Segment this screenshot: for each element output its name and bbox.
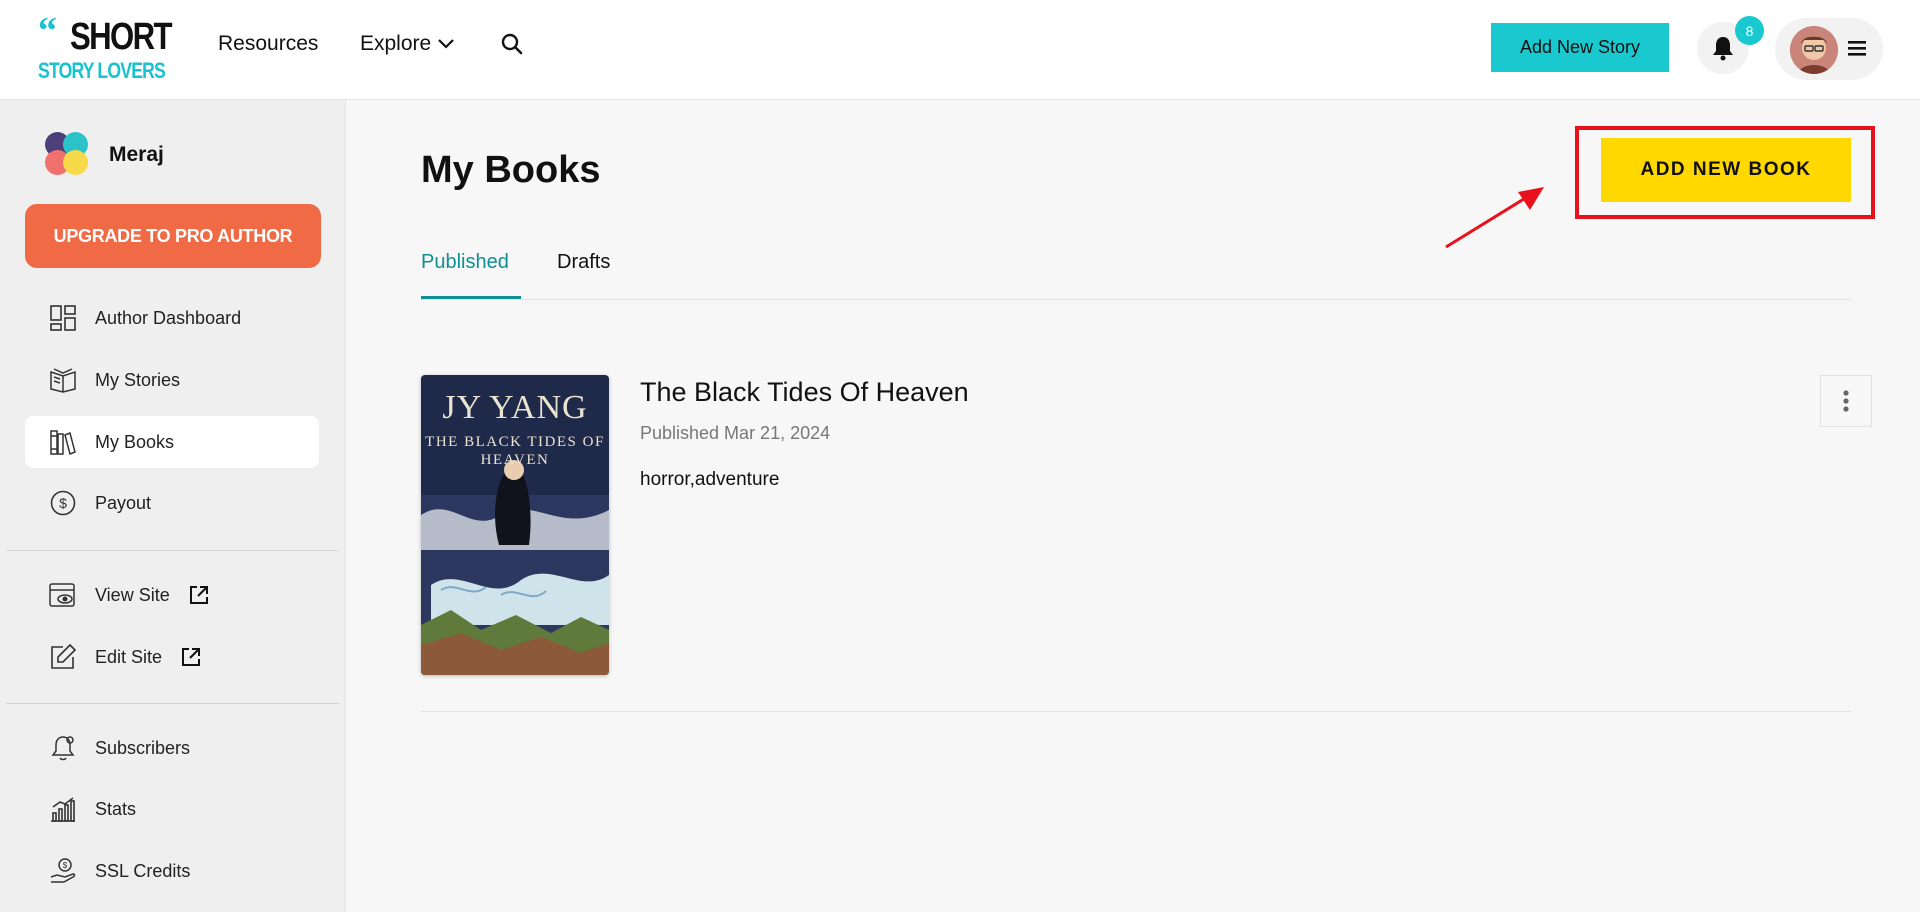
chevron-down-icon [438, 39, 454, 49]
search-icon[interactable] [500, 32, 524, 56]
sidebar-item-payout[interactable]: $ Payout [25, 477, 319, 529]
stats-chart-icon [49, 795, 77, 823]
book-options-button[interactable] [1820, 375, 1872, 427]
sidebar-item-author-dashboard[interactable]: Author Dashboard [25, 292, 319, 344]
sidebar-item-label: SSL Credits [95, 860, 191, 881]
tab-published[interactable]: Published [421, 248, 521, 299]
svg-text:$: $ [63, 861, 68, 870]
sidebar-item-label: My Books [95, 431, 175, 452]
logo-text-short: SHORT [70, 16, 173, 58]
annotation-arrow-icon [1445, 187, 1544, 249]
sidebar-item-label: View Site [95, 584, 170, 605]
site-logo[interactable]: “ SHORT STORY LOVERS [36, 10, 173, 84]
sidebar-divider [6, 703, 339, 704]
sidebar-item-label: Subscribers [95, 737, 191, 758]
book-title[interactable]: The Black Tides Of Heaven [640, 375, 969, 409]
open-book-icon [49, 366, 77, 394]
book-status-tabs: Published Drafts [421, 248, 1851, 300]
sidebar-item-my-books[interactable]: My Books [25, 416, 319, 468]
bell-icon [1713, 37, 1733, 61]
book-list-item: JY YANG THE BLACK TIDES OF HEAVEN The Bl… [421, 375, 1872, 712]
sidebar-item-edit-site[interactable]: Edit Site [25, 631, 319, 683]
external-link-icon [189, 586, 208, 604]
sidebar-item-view-site[interactable]: View Site [25, 569, 319, 621]
notification-count-badge: 8 [1735, 16, 1764, 45]
add-new-story-button[interactable]: Add New Story [1491, 23, 1669, 72]
avatar [1790, 26, 1838, 74]
cover-title-text: THE BLACK TIDES OF HEAVEN [425, 434, 605, 468]
sidebar-item-label: Stats [95, 798, 137, 819]
nav-explore[interactable]: Explore [360, 30, 455, 58]
author-logo-icon [43, 130, 93, 180]
hamburger-menu-icon [1848, 41, 1866, 56]
annotation-highlight-box [1575, 126, 1875, 219]
sidebar-item-my-stories[interactable]: My Stories [25, 354, 319, 406]
book-tags: horror,adventure [640, 469, 780, 490]
logo-text-story-lovers: STORY LOVERS [38, 58, 166, 83]
page-title: My Books [421, 149, 601, 191]
dollar-circle-icon: $ [49, 489, 77, 517]
books-icon [49, 428, 77, 456]
subscribers-bell-icon [49, 734, 77, 762]
dashboard-icon [49, 304, 77, 332]
external-link-icon [182, 648, 201, 666]
nav-resources[interactable]: Resources [218, 30, 318, 58]
author-profile[interactable]: Meraj [43, 130, 343, 180]
sidebar-item-subscribers[interactable]: Subscribers [25, 722, 319, 774]
author-name: Meraj [109, 143, 164, 166]
ssl-hand-icon: $ [49, 857, 77, 885]
sidebar-item-label: Author Dashboard [95, 307, 242, 328]
sidebar-item-label: My Stories [95, 369, 181, 390]
top-header: “ SHORT STORY LOVERS Resources Explore A… [0, 0, 1920, 100]
view-site-icon [49, 581, 77, 609]
cover-author-text: JY YANG [442, 389, 588, 426]
logo-quote-mark: “ [38, 10, 57, 52]
edit-icon [49, 643, 77, 671]
book-published-date: Published Mar 21, 2024 [640, 423, 831, 443]
tab-drafts[interactable]: Drafts [557, 248, 610, 299]
sidebar-item-stats[interactable]: Stats [25, 783, 319, 835]
upgrade-to-pro-button[interactable]: UPGRADE TO PRO AUTHOR [25, 204, 321, 268]
sidebar-item-ssl-credits[interactable]: $ SSL Credits [25, 845, 319, 897]
kebab-menu-icon [1843, 390, 1849, 412]
user-menu[interactable] [1775, 18, 1883, 80]
svg-text:$: $ [59, 495, 67, 511]
sidebar-item-label: Payout [95, 492, 152, 513]
sidebar-item-label: Edit Site [95, 646, 163, 667]
nav-explore-label: Explore [360, 32, 432, 55]
sidebar-divider [6, 550, 339, 551]
book-cover-image[interactable]: JY YANG THE BLACK TIDES OF HEAVEN [421, 375, 609, 675]
